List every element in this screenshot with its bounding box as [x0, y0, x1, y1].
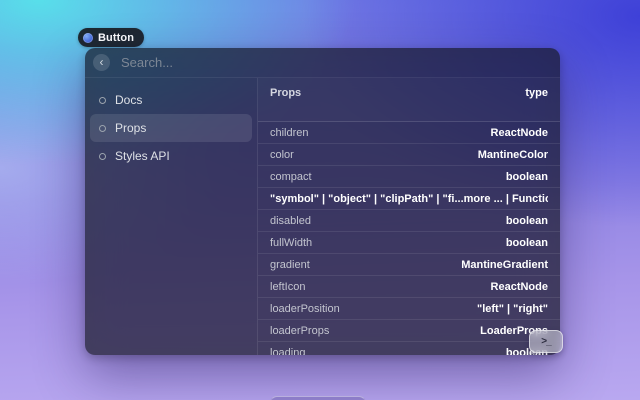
prop-name: children — [270, 127, 309, 139]
circle-icon — [99, 97, 106, 104]
sidebar-item-label: Styles API — [115, 149, 170, 163]
prop-type: LoaderProps — [329, 325, 548, 337]
prop-type: MantineGradient — [310, 259, 548, 271]
modal-body: DocsPropsStyles API Props type childrenR… — [85, 78, 560, 355]
prop-type: boolean — [312, 171, 548, 183]
prop-name: color — [270, 149, 294, 161]
prop-name: loading — [270, 347, 305, 356]
prop-name: loaderProps — [270, 325, 329, 337]
sidebar-item-styles-api[interactable]: Styles API — [90, 142, 252, 170]
search-input[interactable] — [121, 55, 548, 70]
table-row: disabledboolean — [258, 210, 560, 232]
props-table-body: childrenReactNodecolorMantineColorcompac… — [258, 122, 560, 355]
terminal-prompt-icon: >_ — [541, 336, 550, 347]
circle-icon — [99, 125, 106, 132]
prop-name: compact — [270, 171, 312, 183]
bottom-window-peek — [270, 396, 366, 400]
sidebar-nav: Docs Props Styles API — [85, 78, 258, 355]
button-pill[interactable]: Button — [78, 28, 144, 47]
spotlight-modal: ‹ Docs Props Styles API Props type childre… — [85, 48, 560, 355]
table-row: loadingboolean — [258, 342, 560, 355]
prop-name: fullWidth — [270, 237, 312, 249]
back-button[interactable]: ‹ — [93, 54, 110, 71]
prop-type: ReactNode — [305, 281, 548, 293]
table-row: loaderPosition"left" | "right" — [258, 298, 560, 320]
prop-type: "left" | "right" — [340, 303, 548, 315]
chevron-left-icon: ‹ — [100, 56, 104, 68]
table-row: loaderPropsLoaderProps — [258, 320, 560, 342]
terminal-button[interactable]: >_ — [529, 330, 563, 353]
props-column-header: Props — [270, 87, 301, 121]
table-row: childrenReactNode — [258, 122, 560, 144]
props-table-header: Props type — [258, 78, 560, 122]
button-pill-label: Button — [98, 32, 134, 44]
prop-type: boolean — [305, 347, 548, 356]
table-row: colorMantineColor — [258, 144, 560, 166]
component-dot-icon — [83, 33, 93, 43]
sidebar-item-label: Props — [115, 121, 146, 135]
table-row: gradientMantineGradient — [258, 254, 560, 276]
prop-type: "symbol" | "object" | "clipPath" | "fi..… — [270, 193, 548, 205]
prop-type: boolean — [311, 215, 548, 227]
table-row: "symbol" | "object" | "clipPath" | "fi..… — [258, 188, 560, 210]
prop-name: leftIcon — [270, 281, 305, 293]
prop-type: ReactNode — [309, 127, 548, 139]
search-bar: ‹ — [85, 48, 560, 78]
prop-type: MantineColor — [294, 149, 548, 161]
prop-type: boolean — [312, 237, 548, 249]
prop-name: loaderPosition — [270, 303, 340, 315]
sidebar-item-props[interactable]: Props — [90, 114, 252, 142]
prop-name: gradient — [270, 259, 310, 271]
type-column-header: type — [525, 87, 548, 121]
props-table[interactable]: Props type childrenReactNodecolorMantine… — [258, 78, 560, 355]
prop-name: disabled — [270, 215, 311, 227]
table-row: fullWidthboolean — [258, 232, 560, 254]
circle-icon — [99, 153, 106, 160]
sidebar-item-docs[interactable]: Docs — [90, 86, 252, 114]
table-row: leftIconReactNode — [258, 276, 560, 298]
table-row: compactboolean — [258, 166, 560, 188]
sidebar-item-label: Docs — [115, 93, 142, 107]
